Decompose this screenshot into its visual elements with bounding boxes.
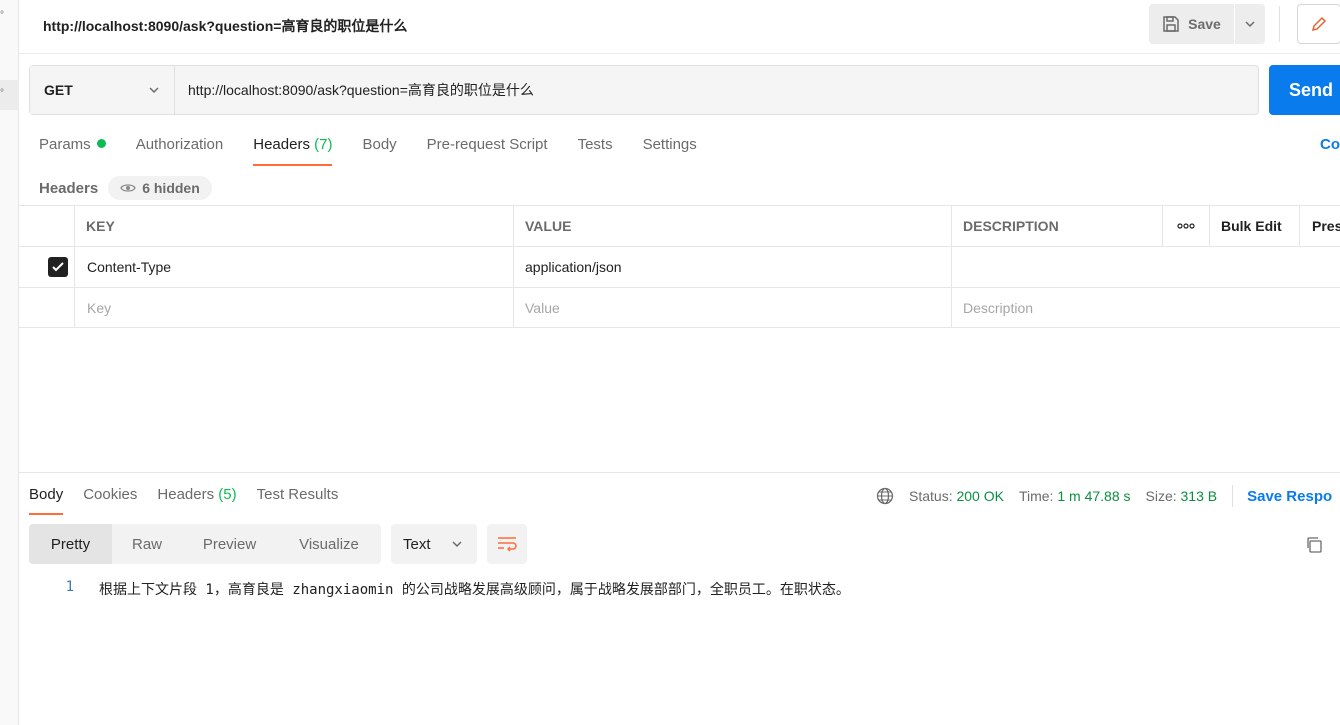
more-horizontal-icon bbox=[1177, 223, 1195, 229]
time-value: 1 m 47.88 s bbox=[1057, 488, 1131, 504]
tab-pre-request-script[interactable]: Pre-request Script bbox=[427, 128, 548, 166]
view-tab-raw[interactable]: Raw bbox=[112, 524, 182, 564]
line-number: 1 bbox=[65, 579, 74, 595]
sidebar-glyph-icon: ° bbox=[0, 10, 4, 21]
eye-icon bbox=[120, 184, 136, 192]
tab-label: Tests bbox=[577, 136, 613, 153]
column-key-header: KEY bbox=[74, 206, 514, 246]
table-row: Content-Type application/json bbox=[19, 246, 1340, 287]
view-tab-visualize[interactable]: Visualize bbox=[277, 524, 381, 564]
hidden-count: 6 hidden bbox=[142, 180, 200, 196]
status-label: Status: bbox=[909, 488, 953, 504]
view-tab-pretty[interactable]: Pretty bbox=[29, 524, 112, 564]
status-value: 200 OK bbox=[956, 488, 1004, 504]
header-key-cell[interactable]: Content-Type bbox=[74, 247, 514, 287]
response-tab-cookies[interactable]: Cookies bbox=[83, 481, 137, 515]
time-label: Time: bbox=[1018, 488, 1054, 504]
size-label: Size: bbox=[1145, 488, 1177, 504]
pencil-icon bbox=[1311, 16, 1327, 32]
tab-authorization[interactable]: Authorization bbox=[136, 128, 224, 166]
tab-label: Test Results bbox=[256, 486, 339, 503]
time-group[interactable]: Time: 1 m 47.88 s bbox=[1019, 488, 1131, 504]
header-value-cell[interactable]: application/json bbox=[513, 247, 951, 287]
tab-body[interactable]: Body bbox=[362, 128, 396, 166]
tab-label: Pre-request Script bbox=[426, 136, 548, 153]
method-value: GET bbox=[44, 82, 73, 98]
response-tab-test-results[interactable]: Test Results bbox=[257, 481, 339, 515]
active-params-dot bbox=[96, 139, 106, 148]
view-tab-preview[interactable]: Preview bbox=[182, 524, 277, 564]
new-key-input[interactable]: Key bbox=[74, 288, 514, 327]
tab-count: (5) bbox=[218, 486, 237, 503]
wrap-text-icon bbox=[498, 537, 517, 552]
save-response-button[interactable]: Save Respo bbox=[1247, 488, 1332, 505]
tab-params[interactable]: Params bbox=[39, 128, 106, 166]
response-tab-body[interactable]: Body bbox=[29, 481, 64, 515]
size-value: 313 B bbox=[1180, 488, 1218, 504]
headers-subheader: Headers 6 hidden bbox=[39, 176, 212, 200]
format-value: Text bbox=[403, 535, 431, 553]
edit-button[interactable] bbox=[1297, 4, 1340, 44]
tab-label: Headers bbox=[253, 136, 310, 153]
header-description-cell[interactable] bbox=[951, 247, 1340, 287]
column-description-header: DESCRIPTION bbox=[951, 206, 1163, 246]
new-description-input[interactable]: Description bbox=[951, 288, 1340, 327]
save-icon bbox=[1163, 16, 1179, 32]
line-text[interactable]: 根据上下文片段 1，高育良是 zhangxiaomin 的公司战略发展高级顾问，… bbox=[99, 579, 850, 599]
response-panel: Body Cookies Headers (5) Test Results St… bbox=[19, 472, 1340, 725]
chevron-down-icon bbox=[149, 87, 159, 94]
table-row-new: Key Value Description bbox=[19, 287, 1340, 328]
copy-icon bbox=[1307, 537, 1322, 553]
more-options-button[interactable] bbox=[1162, 206, 1209, 246]
table-header-row: KEY VALUE DESCRIPTION Bulk Edit Pres bbox=[19, 205, 1340, 246]
tab-label: Headers bbox=[157, 486, 215, 503]
header-enabled-checkbox[interactable] bbox=[48, 257, 68, 277]
save-button[interactable]: Save bbox=[1149, 4, 1234, 44]
url-bar: GET http://localhost:8090/ask?question=高… bbox=[29, 65, 1259, 115]
checkmark-icon bbox=[52, 262, 64, 272]
tab-settings[interactable]: Settings bbox=[643, 128, 697, 166]
tab-count: (7) bbox=[314, 136, 333, 153]
url-input[interactable]: http://localhost:8090/ask?question=高育良的职… bbox=[175, 66, 1258, 114]
hidden-headers-toggle[interactable]: 6 hidden bbox=[108, 176, 212, 200]
response-line: 1 根据上下文片段 1，高育良是 zhangxiaomin 的公司战略发展高级顾… bbox=[19, 579, 850, 599]
divider bbox=[1232, 485, 1234, 507]
status-group[interactable]: Status: 200 OK bbox=[909, 488, 1004, 504]
response-tabs: Body Cookies Headers (5) Test Results bbox=[29, 481, 338, 515]
tab-tests[interactable]: Tests bbox=[578, 128, 613, 166]
chevron-down-icon bbox=[1245, 21, 1255, 28]
bulk-edit-button[interactable]: Bulk Edit bbox=[1209, 206, 1299, 246]
size-group[interactable]: Size: 313 B bbox=[1146, 488, 1218, 504]
tab-label: Authorization bbox=[135, 136, 224, 153]
presets-button[interactable]: Pres bbox=[1299, 206, 1340, 246]
divider bbox=[1279, 6, 1280, 42]
left-sidebar-strip: ° ° bbox=[0, 0, 19, 725]
tab-label: Cookies bbox=[83, 486, 138, 503]
tab-label: Body bbox=[29, 486, 64, 503]
chevron-down-icon bbox=[452, 541, 462, 548]
send-button[interactable]: Send bbox=[1269, 65, 1340, 115]
copy-button[interactable] bbox=[1303, 534, 1325, 556]
response-tab-headers[interactable]: Headers (5) bbox=[157, 481, 236, 515]
column-value-header: VALUE bbox=[513, 206, 951, 246]
request-title[interactable]: http://localhost:8090/ask?question=高育良的职… bbox=[43, 16, 407, 36]
new-value-input[interactable]: Value bbox=[513, 288, 951, 327]
tab-label: Body bbox=[362, 136, 397, 153]
method-select[interactable]: GET bbox=[30, 66, 175, 114]
tab-headers[interactable]: Headers (7) bbox=[253, 128, 333, 166]
wrap-lines-button[interactable] bbox=[487, 524, 527, 564]
response-view-tabs: Pretty Raw Preview Visualize bbox=[29, 524, 381, 564]
request-title-bar: http://localhost:8090/ask?question=高育良的职… bbox=[19, 0, 1340, 54]
save-label: Save bbox=[1188, 16, 1221, 32]
save-options-button[interactable] bbox=[1235, 4, 1265, 44]
tab-label: Params bbox=[39, 136, 91, 153]
globe-icon[interactable] bbox=[876, 487, 894, 505]
sidebar-glyph-icon: ° bbox=[0, 88, 4, 99]
response-meta: Status: 200 OK Time: 1 m 47.88 s Size: 3… bbox=[876, 485, 1332, 507]
request-tabs: Params Authorization Headers (7) Body Pr… bbox=[39, 128, 697, 166]
headers-sub-label: Headers bbox=[39, 179, 99, 197]
tab-label: Settings bbox=[642, 136, 697, 153]
cookies-link[interactable]: Co bbox=[1320, 136, 1340, 153]
format-select[interactable]: Text bbox=[391, 524, 477, 564]
